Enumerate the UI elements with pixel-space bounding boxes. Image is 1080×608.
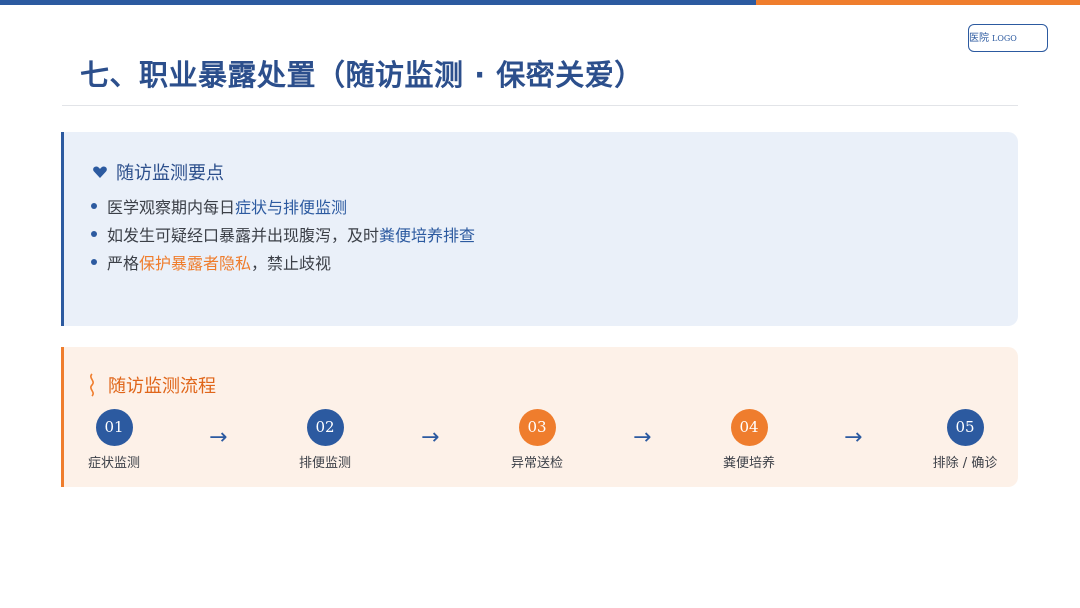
key-points-panel: 随访监测要点 医学观察期内每日 症状与排便监测 如发生可疑经口暴露并出现腹泻，及时… bbox=[61, 132, 1018, 326]
key-point-item: 如发生可疑经口暴露并出现腹泻，及时 粪便培养排查 bbox=[91, 220, 475, 248]
page-title: 七、职业暴露处置（随访监测 · 保密关爱） bbox=[80, 58, 644, 92]
key-points-heading: 随访监测要点 bbox=[116, 163, 224, 184]
top-accent-bar-orange bbox=[756, 0, 1080, 5]
step-number-badge: 01 bbox=[95, 409, 133, 446]
key-point-item: 医学观察期内每日 症状与排便监测 bbox=[91, 192, 475, 220]
process-header: 随访监测流程 bbox=[86, 372, 216, 398]
wave-icon bbox=[90, 373, 94, 397]
step-number-badge: 03 bbox=[518, 409, 556, 446]
process-panel: 随访监测流程 01 症状监测 → 02 排便监测 → 03 异常送检 → 04 … bbox=[61, 347, 1018, 487]
key-point-text-tail: ，禁止歧视 bbox=[251, 254, 332, 273]
process-heading: 随访监测流程 bbox=[108, 376, 216, 397]
step-label: 异常送检 bbox=[510, 456, 563, 471]
bullet-dot bbox=[91, 259, 97, 265]
process-step-1: 01 症状监测 bbox=[74, 409, 154, 471]
bullet-dot bbox=[91, 203, 97, 209]
process-step-3: 03 异常送检 bbox=[497, 409, 577, 471]
hospital-logo: 医院 LOGO bbox=[968, 24, 1048, 52]
title-divider bbox=[62, 105, 1018, 106]
step-number-badge: 05 bbox=[946, 409, 984, 446]
key-point-item: 严格 保护暴露者隐私 ，禁止歧视 bbox=[91, 248, 475, 276]
key-point-highlight: 保护暴露者隐私 bbox=[139, 254, 252, 273]
step-label: 症状监测 bbox=[87, 456, 140, 471]
key-point-highlight: 粪便培养排查 bbox=[379, 226, 476, 245]
heart-icon bbox=[93, 166, 107, 178]
top-accent-bar-blue bbox=[0, 0, 756, 5]
step-number-badge: 04 bbox=[730, 409, 768, 446]
step-number-badge: 02 bbox=[306, 409, 344, 446]
arrow-right-icon: → bbox=[421, 425, 440, 450]
step-label: 粪便培养 bbox=[722, 456, 775, 471]
key-point-text: 严格 bbox=[107, 254, 140, 273]
bullet-dot bbox=[91, 231, 97, 237]
process-step-2: 02 排便监测 bbox=[285, 409, 365, 471]
key-point-text: 医学观察期内每日 bbox=[107, 198, 236, 217]
key-point-text: 如发生可疑经口暴露并出现腹泻，及时 bbox=[107, 226, 380, 245]
logo-text-en: LOGO bbox=[992, 34, 1017, 43]
key-point-highlight: 症状与排便监测 bbox=[235, 198, 348, 217]
arrow-right-icon: → bbox=[633, 425, 652, 450]
step-label: 排除 / 确诊 bbox=[932, 456, 998, 471]
process-step-4: 04 粪便培养 bbox=[709, 409, 789, 471]
logo-text-cn: 医院 bbox=[969, 33, 989, 44]
key-points-list: 医学观察期内每日 症状与排便监测 如发生可疑经口暴露并出现腹泻，及时 粪便培养排查 … bbox=[91, 192, 475, 276]
key-points-header: 随访监测要点 bbox=[92, 159, 224, 185]
arrow-right-icon: → bbox=[844, 425, 863, 450]
arrow-right-icon: → bbox=[209, 425, 228, 450]
step-label: 排便监测 bbox=[298, 456, 351, 471]
process-step-5: 05 排除 / 确诊 bbox=[925, 409, 1005, 471]
